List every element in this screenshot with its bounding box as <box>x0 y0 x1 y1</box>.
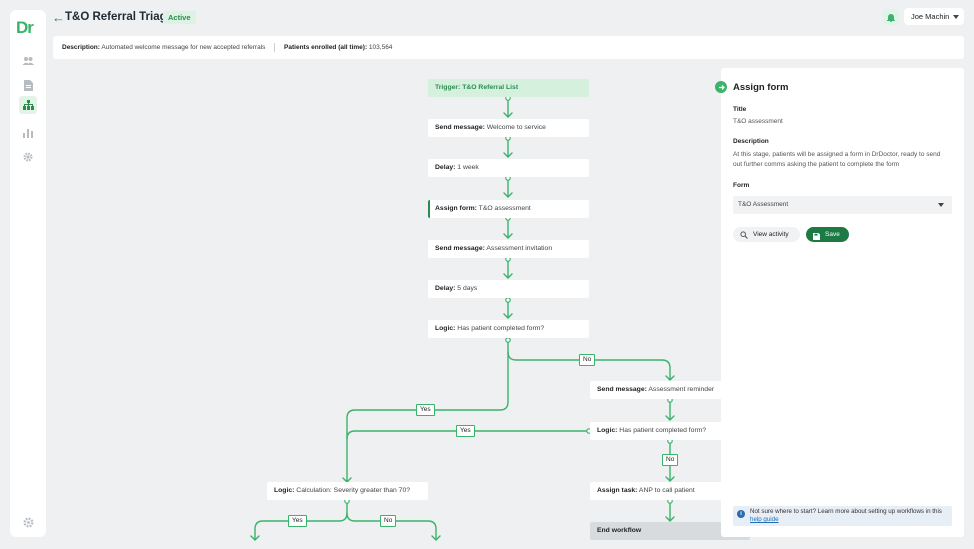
settings-icon[interactable] <box>19 513 37 531</box>
title-label: Title <box>733 106 747 113</box>
flow-node-logic[interactable]: Logic: Calculation: Severity greater tha… <box>267 482 428 500</box>
branch-no-label[interactable]: No <box>380 515 397 527</box>
description-label: Description <box>733 138 769 145</box>
node-label: Trigger: T&O Referral List <box>435 84 519 91</box>
description-label: Description: <box>62 44 100 51</box>
node-type: Send message: <box>435 124 485 131</box>
form-select[interactable]: T&O Assessment <box>733 196 952 214</box>
chart-icon[interactable] <box>19 124 37 142</box>
gear-icon[interactable] <box>19 148 37 166</box>
search-icon <box>740 230 748 245</box>
node-type: Assign form: <box>435 205 477 212</box>
branch-no-label[interactable]: No <box>662 454 679 466</box>
left-rail: Dr <box>10 10 46 537</box>
flow-node-send-message[interactable]: Send message: Assessment reminder <box>590 381 721 399</box>
node-type: Logic: <box>274 487 295 494</box>
flow-node-trigger[interactable]: Trigger: T&O Referral List <box>428 79 589 97</box>
node-detail: Assessment invitation <box>484 245 553 252</box>
node-detail: 5 days <box>455 285 478 292</box>
help-banner: i Not sure where to start? Learn more ab… <box>733 506 952 526</box>
flow-node-delay[interactable]: Delay: 1 week <box>428 159 589 177</box>
node-type: Send message: <box>597 386 647 393</box>
arrow-right-circle-icon[interactable] <box>715 81 727 93</box>
help-guide-link[interactable]: help guide <box>750 516 779 523</box>
form-label: Form <box>733 182 750 189</box>
node-detail: ANP to call patient <box>637 487 695 494</box>
divider <box>274 42 276 52</box>
branch-yes-label[interactable]: Yes <box>416 404 435 416</box>
flow-node-assign-task[interactable]: Assign task: ANP to call patient <box>590 482 721 500</box>
branch-yes-label[interactable]: Yes <box>288 515 307 527</box>
node-detail: T&O assessment <box>476 205 531 212</box>
notification-bell-icon[interactable] <box>883 9 899 25</box>
form-select-value: T&O Assessment <box>738 201 789 208</box>
save-button[interactable]: Save <box>806 227 849 242</box>
node-detail: 1 week <box>455 164 479 171</box>
user-menu[interactable]: Joe Machin <box>904 8 964 25</box>
back-arrow-icon[interactable]: ← <box>52 10 65 25</box>
node-detail: Calculation: Severity greater than 70? <box>294 487 411 494</box>
view-activity-label: View activity <box>753 231 789 238</box>
view-activity-button[interactable]: View activity <box>733 227 800 242</box>
description-text: Automated welcome message for new accept… <box>101 44 266 51</box>
flow-node-send-message[interactable]: Send message: Assessment invitation <box>428 240 589 258</box>
branch-no-label[interactable]: No <box>579 354 596 366</box>
node-type: Assign task: <box>597 487 638 494</box>
description-bar: Description: Automated welcome message f… <box>53 36 964 59</box>
drdoctor-logo[interactable]: Dr <box>16 18 34 38</box>
node-type: Delay: <box>435 285 456 292</box>
node-detail: Has patient completed form? <box>617 427 707 434</box>
flow-node-delay[interactable]: Delay: 5 days <box>428 280 589 298</box>
people-icon[interactable] <box>19 52 37 70</box>
description-value: At this stage, patients will be assigned… <box>733 151 941 168</box>
help-text: Not sure where to start? Learn more abou… <box>750 508 942 515</box>
panel-title: Assign form <box>733 82 789 93</box>
chevron-down-icon <box>953 15 959 19</box>
node-type: Send message: <box>435 245 485 252</box>
flow-node-logic[interactable]: Logic: Has patient completed form? <box>590 422 721 440</box>
node-type: Logic: <box>435 325 456 332</box>
branch-yes-label[interactable]: Yes <box>456 425 475 437</box>
node-detail: Assessment reminder <box>646 386 715 393</box>
page-title: T&O Referral Triage <box>65 11 174 23</box>
title-value: T&O assessment <box>733 118 783 125</box>
patients-enrolled-value: 103,564 <box>368 44 393 51</box>
node-type: End workflow <box>597 527 642 534</box>
flow-node-send-message[interactable]: Send message: Welcome to service <box>428 119 589 137</box>
user-name: Joe Machin <box>911 12 950 21</box>
info-icon: i <box>737 510 745 518</box>
node-detail: Has patient completed form? <box>455 325 545 332</box>
status-badge: Active <box>163 11 196 24</box>
chevron-down-icon <box>938 203 944 207</box>
document-icon[interactable] <box>19 76 37 94</box>
node-details-panel: Assign form Title T&O assessment Descrip… <box>715 68 964 537</box>
flow-node-logic[interactable]: Logic: Has patient completed form? <box>428 320 589 338</box>
node-type: Logic: <box>597 427 618 434</box>
patients-enrolled-label: Patients enrolled (all time): <box>284 44 368 51</box>
node-type: Delay: <box>435 164 456 171</box>
workflow-icon[interactable] <box>19 96 37 114</box>
save-disk-icon <box>813 231 820 246</box>
node-detail: Welcome to service <box>484 124 546 131</box>
flow-node-assign-form[interactable]: Assign form: T&O assessment <box>428 200 589 218</box>
save-label: Save <box>825 231 840 238</box>
